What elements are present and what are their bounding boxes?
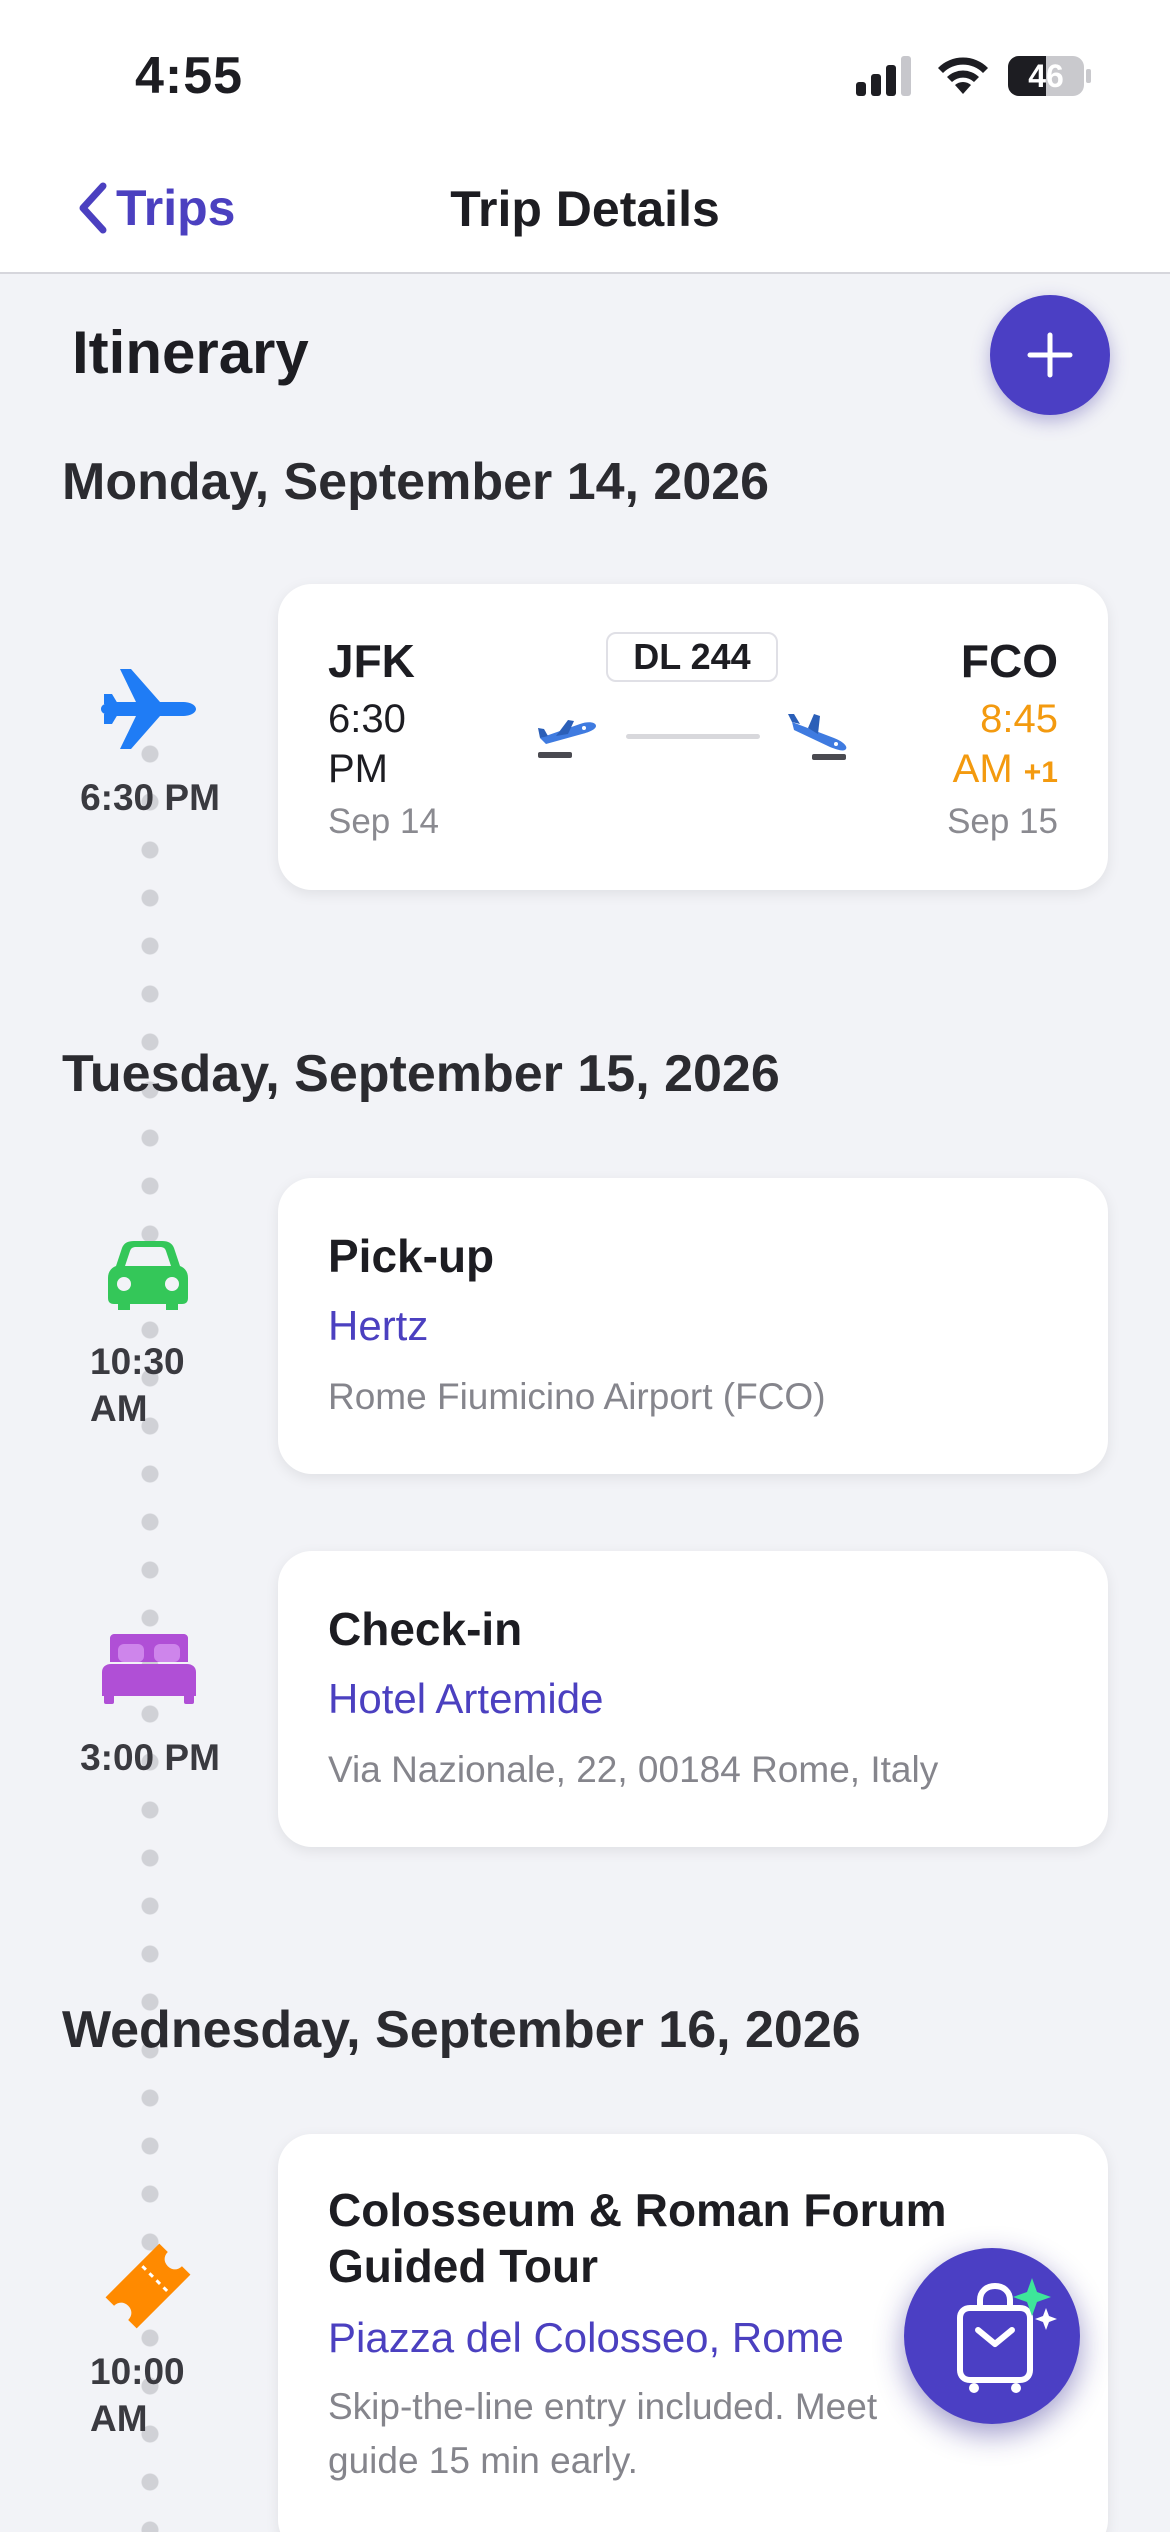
event-time: 10:00 AM (90, 2348, 185, 2442)
event-title-line: Guided Tour (328, 2240, 599, 2292)
flight-number-badge: DL 244 (606, 632, 778, 682)
day-header: Tuesday, September 15, 2026 (62, 1045, 780, 1103)
arrival-time-value: 8:45 (980, 697, 1058, 741)
arriving-plane-icon (788, 714, 847, 760)
day-header: Wednesday, September 16, 2026 (62, 2001, 861, 2059)
hotel-card[interactable]: Check-in Hotel Artemide Via Nazionale, 2… (278, 1551, 1108, 1847)
event-time: 3:00 PM (80, 1737, 220, 1778)
departure-time: 6:30 PM (328, 694, 406, 794)
itinerary-heading: Itinerary (72, 319, 309, 386)
arrival-airport: FCO (960, 635, 1058, 687)
departure-airport: JFK (328, 635, 415, 687)
day-header: Monday, September 14, 2026 (62, 453, 770, 511)
cellular-signal-icon (856, 56, 911, 96)
event-notes: Skip-the-line entry included. Meet guide… (328, 2380, 877, 2488)
airplane-icon (101, 669, 196, 749)
flight-card[interactable]: JFK 6:30 PM Sep 14 DL 244 FCO 8:45 AM +1… (278, 584, 1108, 890)
event-title: Pick-up (328, 1230, 495, 1282)
event-time-period: AM (90, 1388, 148, 1429)
event-time: 6:30 PM (80, 777, 220, 818)
event-provider[interactable]: Hertz (328, 1302, 428, 1350)
departure-date: Sep 14 (328, 802, 439, 841)
page-title: Trip Details (450, 181, 720, 237)
event-provider[interactable]: Hotel Artemide (328, 1675, 603, 1723)
arrival-date: Sep 15 (947, 802, 1058, 841)
event-time-period: AM (90, 2398, 148, 2439)
departure-time-period: PM (328, 747, 388, 791)
add-item-button[interactable] (990, 295, 1110, 415)
event-notes-line: Skip-the-line entry included. Meet (328, 2386, 878, 2427)
event-time-value: 10:30 (90, 1341, 185, 1382)
event-title: Check-in (328, 1603, 523, 1655)
status-bar: 4:55 46 (0, 0, 1170, 150)
event-title-line: Colosseum & Roman Forum (328, 2184, 947, 2236)
battery-level: 46 (1028, 58, 1064, 94)
event-location: Rome Fiumicino Airport (FCO) (328, 1376, 826, 1417)
arrival-time: 8:45 AM +1 (953, 694, 1058, 798)
event-location-link[interactable]: Piazza del Colosseo, Rome (328, 2314, 844, 2362)
rental-card[interactable]: Pick-up Hertz Rome Fiumicino Airport (FC… (278, 1178, 1108, 1474)
wifi-icon (938, 57, 988, 94)
arrival-day-offset: +1 (1023, 756, 1058, 789)
departing-plane-icon (538, 720, 596, 758)
ai-assistant-button[interactable] (904, 2248, 1080, 2424)
navigation-bar: Trips Trip Details (0, 150, 1170, 274)
car-icon (108, 1241, 188, 1310)
event-time: 10:30 AM (90, 1338, 185, 1432)
departure-time-value: 6:30 (328, 697, 406, 741)
flight-path-line (626, 734, 760, 739)
shopping-bag-sparkle-icon (957, 2278, 1057, 2393)
arrival-time-period: AM +1 (953, 744, 1058, 798)
event-title: Colosseum & Roman Forum Guided Tour (328, 2182, 947, 2294)
ticket-icon (105, 2243, 191, 2329)
status-time: 4:55 (135, 47, 244, 105)
event-location: Via Nazionale, 22, 00184 Rome, Italy (328, 1749, 939, 1790)
arrival-time-ampm: AM (952, 747, 1013, 791)
event-time-value: 10:00 (90, 2351, 185, 2392)
bed-icon (102, 1634, 196, 1704)
event-notes-line: guide 15 min early. (328, 2440, 638, 2481)
plus-icon (1027, 332, 1073, 378)
